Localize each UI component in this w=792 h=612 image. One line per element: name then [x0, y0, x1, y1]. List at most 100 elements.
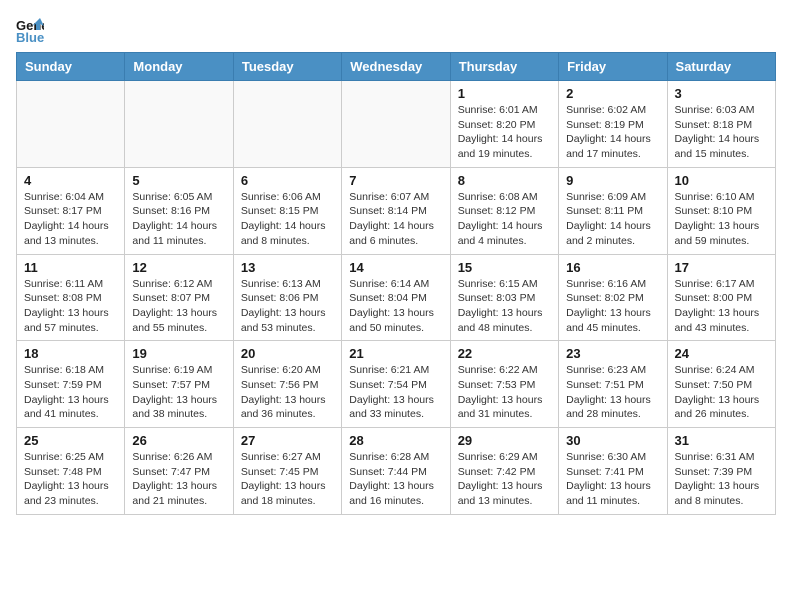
calendar-cell — [342, 81, 450, 168]
week-row-2: 4Sunrise: 6:04 AM Sunset: 8:17 PM Daylig… — [17, 167, 776, 254]
calendar-cell: 26 Sunrise: 6:26 AM Sunset: 7:47 PM Dayli… — [125, 428, 233, 515]
day-number: 19 — [132, 346, 225, 361]
calendar-cell: 11 Sunrise: 6:11 AM Sunset: 8:08 PM Dayli… — [17, 254, 125, 341]
week-row-4: 18 Sunrise: 6:18 AM Sunset: 7:59 PM Dayli… — [17, 341, 776, 428]
calendar-cell: 24 Sunrise: 6:24 AM Sunset: 7:50 PM Dayli… — [667, 341, 775, 428]
calendar-cell: 28 Sunrise: 6:28 AM Sunset: 7:44 PM Dayli… — [342, 428, 450, 515]
day-number: 12 — [132, 260, 225, 275]
day-info: Sunrise: 6:02 AM Sunset: 8:19 PM Dayligh… — [566, 103, 659, 162]
calendar-cell: 23 Sunrise: 6:23 AM Sunset: 7:51 PM Dayli… — [559, 341, 667, 428]
weekday-header-wednesday: Wednesday — [342, 53, 450, 81]
day-number: 24 — [675, 346, 768, 361]
day-info: Sunrise: 6:15 AM Sunset: 8:03 PM Dayligh… — [458, 277, 551, 336]
day-info: Sunrise: 6:08 AM Sunset: 8:12 PM Dayligh… — [458, 190, 551, 249]
day-info: Sunrise: 6:14 AM Sunset: 8:04 PM Dayligh… — [349, 277, 442, 336]
day-info: Sunrise: 6:19 AM Sunset: 7:57 PM Dayligh… — [132, 363, 225, 422]
calendar-cell: 3 Sunrise: 6:03 AM Sunset: 8:18 PM Daylig… — [667, 81, 775, 168]
day-info: Sunrise: 6:03 AM Sunset: 8:18 PM Dayligh… — [675, 103, 768, 162]
calendar-cell: 4Sunrise: 6:04 AM Sunset: 8:17 PM Daylig… — [17, 167, 125, 254]
calendar-cell: 16 Sunrise: 6:16 AM Sunset: 8:02 PM Dayli… — [559, 254, 667, 341]
day-number: 18 — [24, 346, 117, 361]
day-number: 27 — [241, 433, 334, 448]
calendar-cell: 2 Sunrise: 6:02 AM Sunset: 8:19 PM Daylig… — [559, 81, 667, 168]
day-info: Sunrise: 6:09 AM Sunset: 8:11 PM Dayligh… — [566, 190, 659, 249]
day-info: Sunrise: 6:05 AM Sunset: 8:16 PM Dayligh… — [132, 190, 225, 249]
day-info: Sunrise: 6:24 AM Sunset: 7:50 PM Dayligh… — [675, 363, 768, 422]
day-number: 31 — [675, 433, 768, 448]
svg-text:Blue: Blue — [16, 30, 44, 44]
calendar: SundayMondayTuesdayWednesdayThursdayFrid… — [16, 52, 776, 515]
day-info: Sunrise: 6:07 AM Sunset: 8:14 PM Dayligh… — [349, 190, 442, 249]
day-number: 28 — [349, 433, 442, 448]
calendar-cell: 12Sunrise: 6:12 AM Sunset: 8:07 PM Dayli… — [125, 254, 233, 341]
day-number: 29 — [458, 433, 551, 448]
calendar-cell: 14 Sunrise: 6:14 AM Sunset: 8:04 PM Dayli… — [342, 254, 450, 341]
calendar-cell: 7Sunrise: 6:07 AM Sunset: 8:14 PM Daylig… — [342, 167, 450, 254]
weekday-header-saturday: Saturday — [667, 53, 775, 81]
day-number: 6 — [241, 173, 334, 188]
day-number: 25 — [24, 433, 117, 448]
day-info: Sunrise: 6:16 AM Sunset: 8:02 PM Dayligh… — [566, 277, 659, 336]
day-info: Sunrise: 6:27 AM Sunset: 7:45 PM Dayligh… — [241, 450, 334, 509]
day-number: 20 — [241, 346, 334, 361]
day-info: Sunrise: 6:10 AM Sunset: 8:10 PM Dayligh… — [675, 190, 768, 249]
day-number: 1 — [458, 86, 551, 101]
calendar-cell: 10 Sunrise: 6:10 AM Sunset: 8:10 PM Dayli… — [667, 167, 775, 254]
day-number: 14 — [349, 260, 442, 275]
day-info: Sunrise: 6:22 AM Sunset: 7:53 PM Dayligh… — [458, 363, 551, 422]
calendar-cell: 30 Sunrise: 6:30 AM Sunset: 7:41 PM Dayli… — [559, 428, 667, 515]
day-number: 30 — [566, 433, 659, 448]
week-row-3: 11 Sunrise: 6:11 AM Sunset: 8:08 PM Dayli… — [17, 254, 776, 341]
logo-icon: General Blue — [16, 16, 44, 44]
calendar-cell: 6 Sunrise: 6:06 AM Sunset: 8:15 PM Daylig… — [233, 167, 341, 254]
day-info: Sunrise: 6:30 AM Sunset: 7:41 PM Dayligh… — [566, 450, 659, 509]
day-info: Sunrise: 6:31 AM Sunset: 7:39 PM Dayligh… — [675, 450, 768, 509]
weekday-header-row: SundayMondayTuesdayWednesdayThursdayFrid… — [17, 53, 776, 81]
day-number: 22 — [458, 346, 551, 361]
day-info: Sunrise: 6:21 AM Sunset: 7:54 PM Dayligh… — [349, 363, 442, 422]
day-number: 4 — [24, 173, 117, 188]
day-number: 26 — [132, 433, 225, 448]
day-number: 23 — [566, 346, 659, 361]
page-header: General Blue — [16, 16, 776, 44]
day-number: 9 — [566, 173, 659, 188]
day-info: Sunrise: 6:25 AM Sunset: 7:48 PM Dayligh… — [24, 450, 117, 509]
day-info: Sunrise: 6:13 AM Sunset: 8:06 PM Dayligh… — [241, 277, 334, 336]
weekday-header-sunday: Sunday — [17, 53, 125, 81]
logo: General Blue — [16, 16, 48, 44]
calendar-cell: 22 Sunrise: 6:22 AM Sunset: 7:53 PM Dayli… — [450, 341, 558, 428]
calendar-cell: 19 Sunrise: 6:19 AM Sunset: 7:57 PM Dayli… — [125, 341, 233, 428]
calendar-cell: 9 Sunrise: 6:09 AM Sunset: 8:11 PM Daylig… — [559, 167, 667, 254]
week-row-5: 25 Sunrise: 6:25 AM Sunset: 7:48 PM Dayli… — [17, 428, 776, 515]
day-number: 21 — [349, 346, 442, 361]
day-number: 11 — [24, 260, 117, 275]
day-info: Sunrise: 6:01 AM Sunset: 8:20 PM Dayligh… — [458, 103, 551, 162]
calendar-cell — [125, 81, 233, 168]
week-row-1: 1 Sunrise: 6:01 AM Sunset: 8:20 PM Daylig… — [17, 81, 776, 168]
day-number: 10 — [675, 173, 768, 188]
day-info: Sunrise: 6:23 AM Sunset: 7:51 PM Dayligh… — [566, 363, 659, 422]
calendar-cell: 18 Sunrise: 6:18 AM Sunset: 7:59 PM Dayli… — [17, 341, 125, 428]
weekday-header-friday: Friday — [559, 53, 667, 81]
calendar-cell: 13Sunrise: 6:13 AM Sunset: 8:06 PM Dayli… — [233, 254, 341, 341]
day-info: Sunrise: 6:17 AM Sunset: 8:00 PM Dayligh… — [675, 277, 768, 336]
day-number: 5 — [132, 173, 225, 188]
day-info: Sunrise: 6:11 AM Sunset: 8:08 PM Dayligh… — [24, 277, 117, 336]
day-number: 17 — [675, 260, 768, 275]
calendar-cell — [233, 81, 341, 168]
day-info: Sunrise: 6:26 AM Sunset: 7:47 PM Dayligh… — [132, 450, 225, 509]
day-info: Sunrise: 6:29 AM Sunset: 7:42 PM Dayligh… — [458, 450, 551, 509]
calendar-cell: 1 Sunrise: 6:01 AM Sunset: 8:20 PM Daylig… — [450, 81, 558, 168]
day-number: 16 — [566, 260, 659, 275]
calendar-cell: 5 Sunrise: 6:05 AM Sunset: 8:16 PM Daylig… — [125, 167, 233, 254]
calendar-cell: 8Sunrise: 6:08 AM Sunset: 8:12 PM Daylig… — [450, 167, 558, 254]
weekday-header-tuesday: Tuesday — [233, 53, 341, 81]
calendar-cell: 20Sunrise: 6:20 AM Sunset: 7:56 PM Dayli… — [233, 341, 341, 428]
calendar-cell: 29 Sunrise: 6:29 AM Sunset: 7:42 PM Dayli… — [450, 428, 558, 515]
day-number: 3 — [675, 86, 768, 101]
day-number: 2 — [566, 86, 659, 101]
day-info: Sunrise: 6:06 AM Sunset: 8:15 PM Dayligh… — [241, 190, 334, 249]
day-info: Sunrise: 6:28 AM Sunset: 7:44 PM Dayligh… — [349, 450, 442, 509]
calendar-cell: 31 Sunrise: 6:31 AM Sunset: 7:39 PM Dayli… — [667, 428, 775, 515]
day-info: Sunrise: 6:18 AM Sunset: 7:59 PM Dayligh… — [24, 363, 117, 422]
